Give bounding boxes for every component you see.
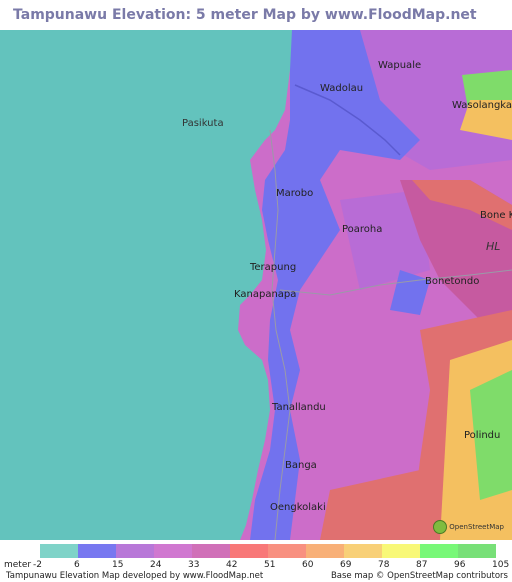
legend-tick-label: 78 [378, 560, 390, 570]
place-wadolau[interactable]: Wadolau [320, 83, 363, 94]
legend-tick-label: 69 [340, 560, 352, 570]
place-oengkolaki[interactable]: Oengkolaki [270, 502, 326, 513]
legend-tick-label: 24 [150, 560, 162, 570]
legend-tick-label: 42 [226, 560, 238, 570]
osm-logo-text: OpenStreetMap [449, 523, 504, 531]
legend-swatch [306, 544, 344, 558]
footer-basemap-credit: Base map © OpenStreetMap contributors [330, 571, 508, 581]
place-poaroha[interactable]: Poaroha [342, 224, 382, 235]
legend-swatch [154, 544, 192, 558]
elevation-map[interactable]: Wapuale Wadolau Wasolangka Pasikuta Maro… [0, 30, 512, 540]
legend-tick-label: 87 [416, 560, 428, 570]
footer-credit: Tampunawu Elevation Map developed by www… [6, 571, 264, 581]
legend-tick-label: 60 [302, 560, 314, 570]
legend-swatch [420, 544, 458, 558]
legend-tick-label: -2 [33, 560, 42, 570]
legend-tick-label: 51 [264, 560, 276, 570]
place-kanapanapa[interactable]: Kanapanapa [234, 289, 296, 300]
osm-magnifier-icon [433, 520, 448, 534]
sea [0, 30, 292, 540]
place-polindu[interactable]: Polindu [464, 430, 500, 441]
place-terapung[interactable]: Terapung [250, 262, 296, 273]
place-wasolangka[interactable]: Wasolangka [452, 100, 512, 111]
legend-swatch [78, 544, 116, 558]
legend-tick-label: 33 [188, 560, 200, 570]
place-bone-k[interactable]: Bone K [480, 210, 512, 221]
place-pasikuta[interactable]: Pasikuta [182, 118, 224, 129]
legend-swatch [344, 544, 382, 558]
legend-swatch [458, 544, 496, 558]
legend-tick-label: 15 [112, 560, 124, 570]
legend-tick-label: 105 [492, 560, 510, 570]
place-banga[interactable]: Banga [285, 460, 317, 471]
legend-swatch [116, 544, 154, 558]
legend-swatch [230, 544, 268, 558]
osm-logo[interactable]: OpenStreetMap [433, 520, 504, 534]
legend-tick-label: 6 [74, 560, 80, 570]
legend-swatch [192, 544, 230, 558]
legend-swatch [268, 544, 306, 558]
map-title: Tampunawu Elevation: 5 meter Map by www.… [0, 0, 512, 53]
place-marobo[interactable]: Marobo [276, 188, 313, 199]
place-bonetondo[interactable]: Bonetondo [425, 276, 479, 287]
place-hl[interactable]: HL [486, 240, 500, 253]
legend-color-bar [0, 540, 512, 560]
legend-unit: meter [4, 560, 32, 570]
place-wapuale[interactable]: Wapuale [378, 60, 421, 71]
legend-tick-label: 96 [454, 560, 466, 570]
footer: Tampunawu Elevation Map developed by www… [0, 571, 512, 582]
legend-swatch [382, 544, 420, 558]
legend-swatch [40, 544, 78, 558]
place-tanallandu[interactable]: Tanallandu [272, 402, 326, 413]
